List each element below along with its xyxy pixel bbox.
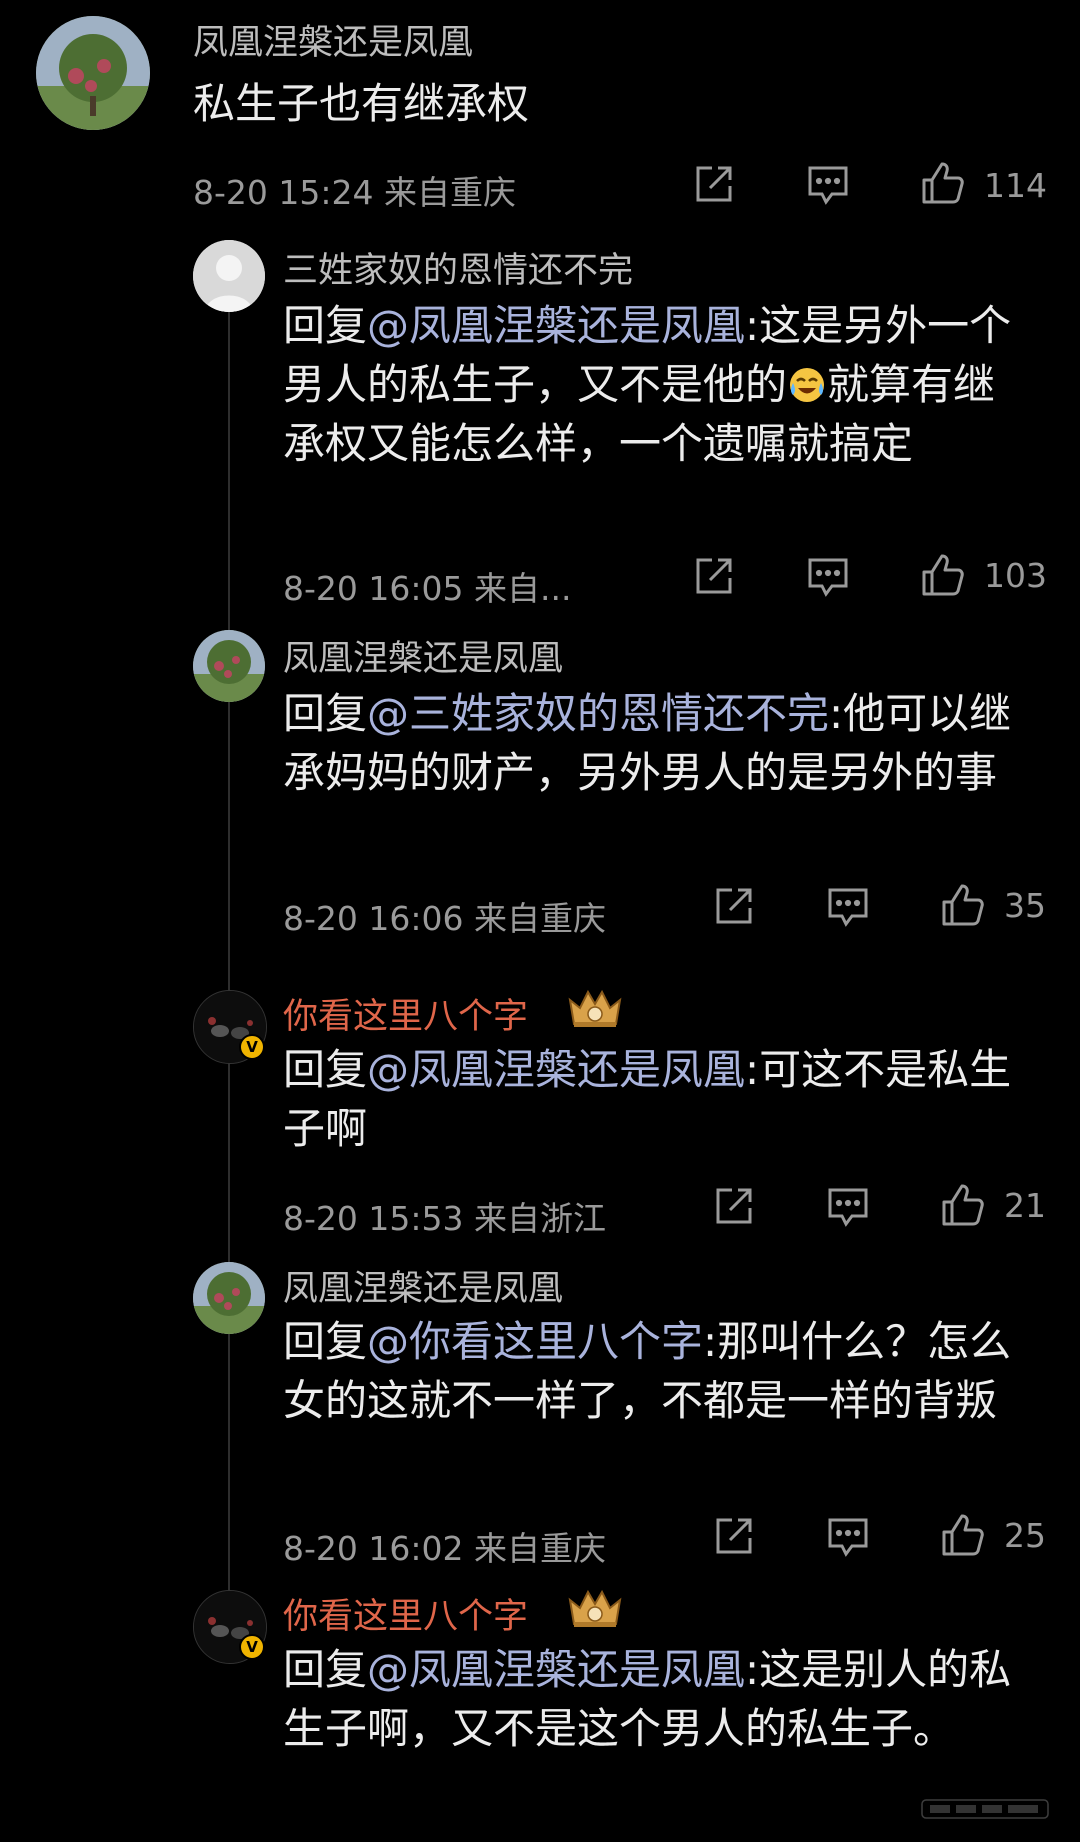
thumbs-up-icon[interactable] [938,1182,986,1230]
watermark-logo [920,1796,1050,1828]
crown-badge-icon [566,1586,624,1630]
share-icon[interactable] [710,882,758,930]
reply-icon[interactable] [804,160,852,208]
mention-link[interactable]: @凤凰涅槃还是凤凰 [367,1645,745,1694]
like-count: 21 [1004,1186,1046,1225]
share-icon[interactable] [710,1182,758,1230]
username[interactable]: 凤凰涅槃还是凤凰 [283,630,563,681]
reply-prefix: 回复 [283,1045,368,1094]
share-icon[interactable] [690,160,738,208]
username[interactable]: 你看这里八个字 [283,988,528,1039]
mention-link[interactable]: @凤凰涅槃还是凤凰 [367,1045,745,1094]
comment-text: 私生子也有继承权 [193,79,530,128]
reply-text: 回复@凤凰涅槃还是凤凰:可这不是私生子啊 [283,1040,1023,1158]
verified-badge-icon: V [239,1634,265,1660]
thumbs-up-icon[interactable] [938,882,986,930]
reply-text: 回复@三姓家奴的恩情还不完:他可以继承妈妈的财产，另外男人的是另外的事 [283,684,1023,802]
avatar[interactable] [36,16,150,130]
mention-link[interactable]: @三姓家奴的恩情还不完 [367,689,829,738]
username[interactable]: 你看这里八个字 [283,1588,528,1639]
like-count: 25 [1004,1516,1046,1555]
mention-link[interactable]: @你看这里八个字 [367,1317,703,1366]
avatar[interactable] [193,630,265,702]
reply-meta: 8-20 16:02 来自重庆 [283,1529,606,1568]
laughing-crying-emoji-icon [787,361,827,402]
crown-badge-icon [566,986,624,1030]
thread-line [228,270,230,1650]
reply-icon[interactable] [824,1512,872,1560]
thumbs-up-icon[interactable] [938,1512,986,1560]
like-count: 103 [984,556,1047,595]
reply-text: 回复@你看这里八个字:那叫什么？怎么女的这就不一样了，不都是一样的背叛 [283,1312,1023,1430]
reply-icon[interactable] [824,1182,872,1230]
username[interactable]: 三姓家奴的恩情还不完 [283,242,633,293]
reply-meta: 8-20 15:53 来自浙江 [283,1199,606,1238]
thumbs-up-icon[interactable] [918,552,966,600]
avatar[interactable] [193,1262,265,1334]
reply-prefix: 回复 [283,301,368,350]
reply-prefix: 回复 [283,1645,368,1694]
share-icon[interactable] [710,1512,758,1560]
thumbs-up-icon[interactable] [918,160,966,208]
like-count: 114 [984,166,1047,205]
reply-text: 回复@凤凰涅槃还是凤凰:这是别人的私生子啊，又不是这个男人的私生子。 [283,1640,1023,1758]
reply-prefix: 回复 [283,689,368,738]
like-count: 35 [1004,886,1046,925]
reply-meta: 8-20 16:06 来自重庆 [283,899,606,938]
verified-badge-icon: V [239,1034,265,1060]
username[interactable]: 凤凰涅槃还是凤凰 [283,1260,563,1311]
reply-meta: 8-20 16:05 来自... [283,569,572,608]
share-icon[interactable] [690,552,738,600]
avatar[interactable] [193,240,265,312]
reply-icon[interactable] [824,882,872,930]
reply-prefix: 回复 [283,1317,368,1366]
username[interactable]: 凤凰涅槃还是凤凰 [193,14,473,65]
reply-text: 回复@凤凰涅槃还是凤凰:这是另外一个男人的私生子，又不是他的 就算有继承权又能怎… [283,296,1023,473]
comment-meta: 8-20 15:24 来自重庆 [193,173,516,212]
mention-link[interactable]: @凤凰涅槃还是凤凰 [367,301,745,350]
reply-icon[interactable] [804,552,852,600]
